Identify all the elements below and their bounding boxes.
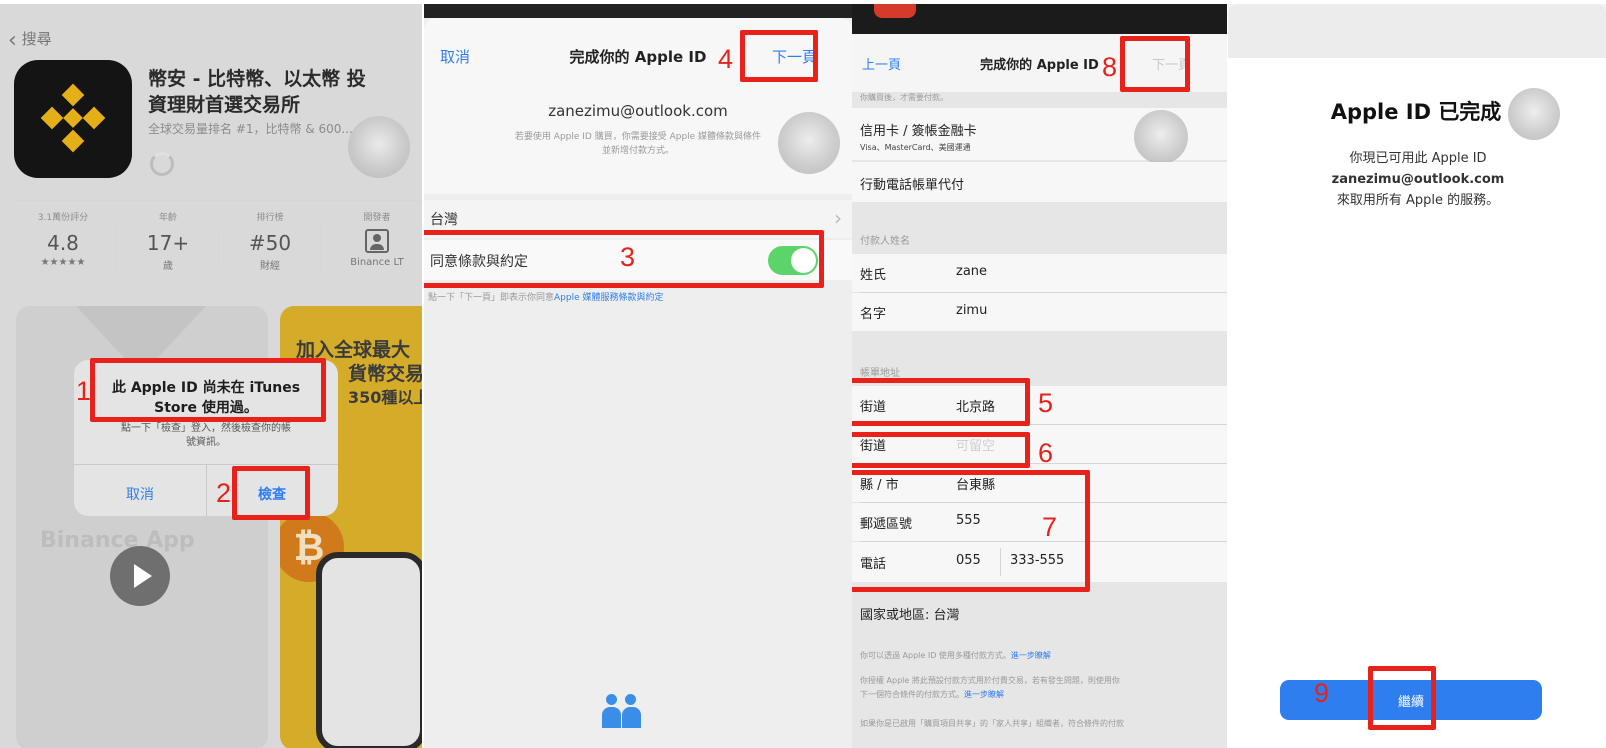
payer-name-header: 付款人姓名 xyxy=(860,236,910,247)
annotation-box-5 xyxy=(852,378,1030,426)
annotation-step-2: 2 xyxy=(216,478,232,508)
annotation-box-9 xyxy=(1368,666,1436,730)
play-icon xyxy=(134,564,152,588)
payment-note-1: 你可以透過 Apple ID 使用多種付款方式。進一步瞭解 xyxy=(860,651,1051,660)
annotation-box-4 xyxy=(740,30,818,82)
annotation-step-9: 9 xyxy=(1314,678,1330,708)
last-name-row[interactable]: 姓氏 zane xyxy=(852,254,1227,292)
annotation-step-8: 8 xyxy=(1102,52,1118,82)
stat-chart: 排行榜 #50 財經 xyxy=(248,213,292,272)
back-button[interactable]: ‹ 搜尋 xyxy=(8,28,52,53)
phone-mockup xyxy=(316,552,422,748)
terms-footer: 點一下「下一頁」即表示你同意Apple 媒體服務條款與約定 xyxy=(428,293,664,303)
stat-age: 年齡 17+ 歲 xyxy=(146,213,190,272)
person-icon xyxy=(365,229,389,253)
alert-cancel-button[interactable]: 取消 xyxy=(74,484,206,504)
cursor-overlay-icon xyxy=(1508,88,1560,140)
complete-apple-id-panel: 取消 完成你的 Apple ID 下一頁 zanezimu@outlook.co… xyxy=(424,4,852,748)
stat-ratings: 3.1萬份評分 4.8 ★★★★★ xyxy=(37,213,89,268)
annotation-step-7: 7 xyxy=(1042,512,1058,542)
learn-more-link-1[interactable]: 進一步瞭解 xyxy=(1011,651,1051,660)
purchase-info: 若要使用 Apple ID 購買，你需要接受 Apple 媒體條款與條件 並新增… xyxy=(514,132,762,156)
app-title: 幣安 - 比特幣、以太幣 投 資理財首選交易所 xyxy=(148,68,366,116)
loading-spinner-icon xyxy=(150,152,174,176)
annotation-step-3: 3 xyxy=(620,242,636,272)
alert-message: 點一下「檢查」登入，然後檢查你的帳 號資訊。 xyxy=(121,423,291,448)
cursor-overlay-icon xyxy=(778,112,840,174)
cursor-overlay-icon xyxy=(348,116,410,178)
payment-note-3: 如果你是已啟用「購買項目共享」的「家人共享」組織者，符合條件的付款 xyxy=(860,719,1124,728)
annotation-box-8 xyxy=(1120,36,1190,92)
country-region: 國家或地區: 台灣 xyxy=(860,608,960,623)
binance-app-icon xyxy=(14,60,132,178)
family-sharing-icon xyxy=(602,694,642,728)
complete-message: 你現已可用此 Apple ID zanezimu@outlook.com 來取用… xyxy=(1331,151,1505,208)
annotation-step-1: 1 xyxy=(76,376,92,406)
annotation-box-6 xyxy=(852,432,1030,468)
learn-more-link-2[interactable]: 進一步瞭解 xyxy=(964,690,1004,699)
annotation-box-1 xyxy=(90,358,326,422)
annotation-step-4: 4 xyxy=(718,44,734,74)
payment-note-2: 你授權 Apple 將此預設付款方式用於付費交易，若有發生問題，則使用你 下一個… xyxy=(860,676,1120,699)
stat-developer: 開發者 Binance LT xyxy=(350,213,404,268)
video-caption: Binance App xyxy=(40,528,195,553)
chevron-left-icon: ‹ xyxy=(8,28,17,53)
apple-id-complete-panel: Apple ID 已完成 你現已可用此 Apple ID zanezimu@ou… xyxy=(1228,4,1606,748)
annotation-step-6: 6 xyxy=(1038,438,1054,468)
terms-link[interactable]: Apple 媒體服務條款與約定 xyxy=(554,293,663,303)
chevron-right-icon: › xyxy=(834,206,842,230)
first-name-row[interactable]: 名字 zimu xyxy=(852,293,1227,331)
app-store-panel: ‹ 搜尋 幣安 - 比特幣、以太幣 投 資理財首選交易所 全球交易量排名 #1，… xyxy=(0,4,422,748)
billing-address-header: 帳單地址 xyxy=(860,368,900,379)
account-email: zanezimu@outlook.com xyxy=(548,102,728,120)
payment-top-note: 你購買後，才需要付款。 xyxy=(860,93,948,102)
cursor-overlay-icon xyxy=(1134,110,1188,164)
app-subtitle: 全球交易量排名 #1，比特幣 & 600... xyxy=(148,122,353,136)
phone-billing-option[interactable]: 行動電話帳單代付 xyxy=(852,162,1227,202)
play-button[interactable] xyxy=(110,546,170,606)
annotation-step-5: 5 xyxy=(1038,388,1054,418)
payment-form-panel: 上一頁 完成你的 Apple ID 下一頁 你購買後，才需要付款。 信用卡 / … xyxy=(852,4,1227,748)
annotation-box-2 xyxy=(232,466,310,520)
